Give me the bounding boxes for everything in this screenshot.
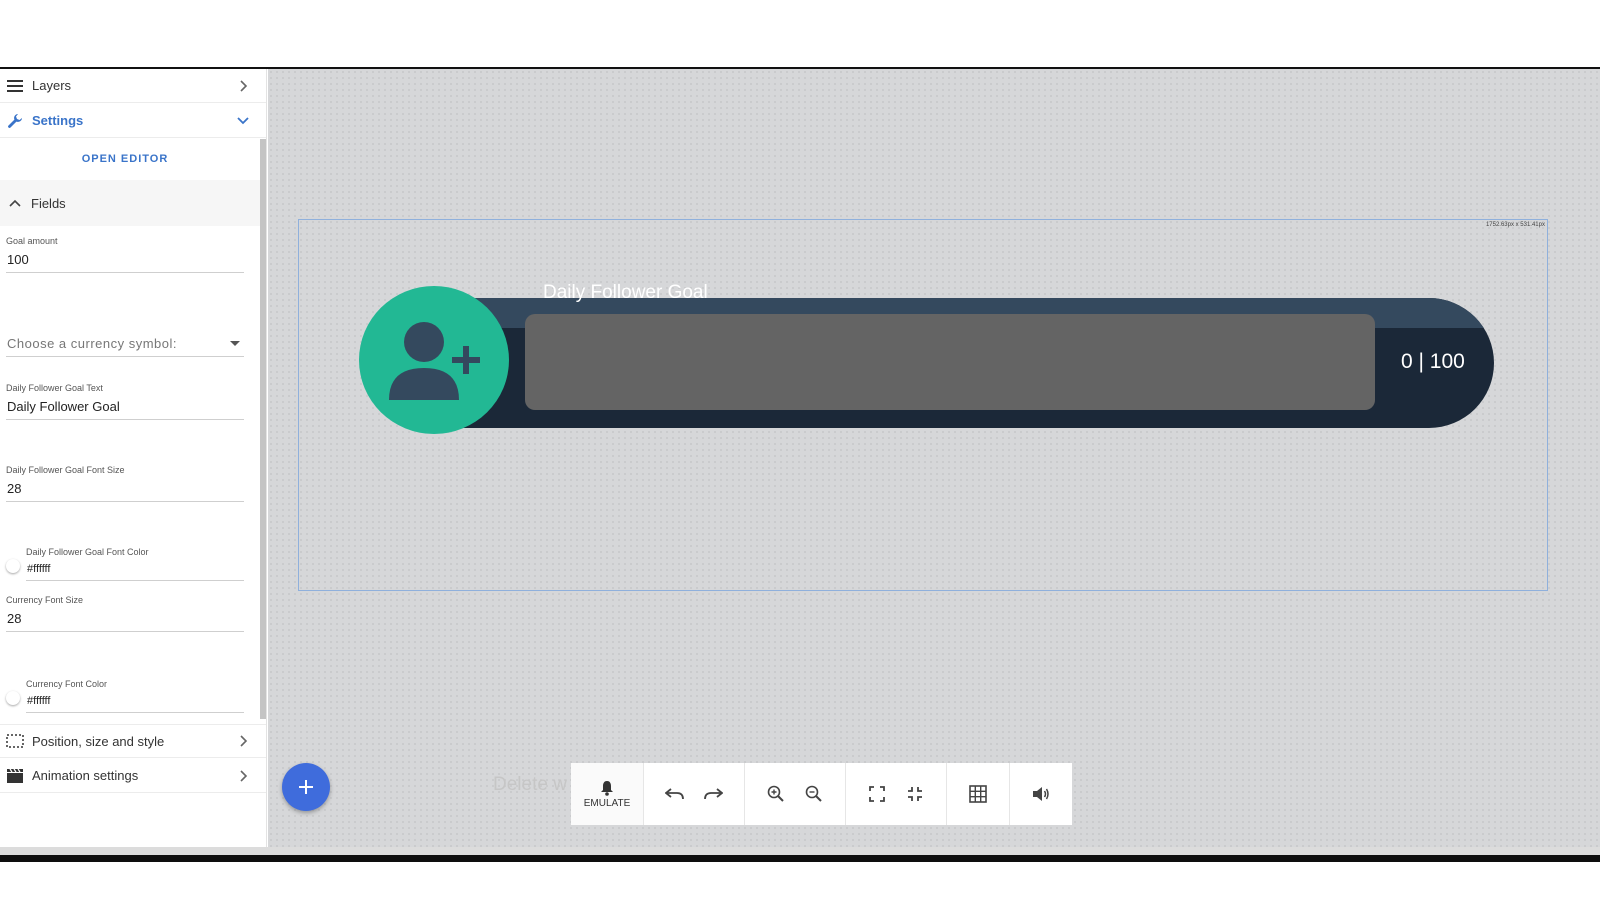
add-widget-button[interactable] — [282, 763, 330, 811]
follower-avatar — [359, 286, 509, 434]
goal-title: Daily Follower Goal — [543, 282, 708, 303]
bottom-border — [268, 855, 1600, 862]
position-size-style-label: Position, size and style — [32, 733, 165, 749]
goal-text-input[interactable]: Daily Follower Goal — [6, 393, 244, 420]
canvas-toolbar: EMULATE — [571, 763, 1072, 825]
chevron-right-icon — [234, 732, 252, 750]
animation-settings-header[interactable]: Animation settings — [0, 759, 266, 793]
redo-button[interactable] — [694, 763, 732, 825]
currency-symbol-select[interactable]: Choose a currency symbol: — [6, 330, 244, 357]
fields-section-header[interactable]: Fields — [0, 180, 262, 226]
sound-toggle-button[interactable] — [1022, 763, 1060, 825]
add-user-icon — [379, 310, 489, 410]
grid-toggle-button[interactable] — [959, 763, 997, 825]
dropdown-arrow-icon — [230, 336, 240, 351]
menu-icon — [6, 77, 24, 95]
goal-font-size-label: Daily Follower Goal Font Size — [6, 465, 125, 475]
widget-dimensions: 1752.63px x 531.41px — [1485, 222, 1545, 228]
canvas-horizontal-scrollbar[interactable] — [0, 847, 1600, 855]
goal-progress-track — [525, 314, 1375, 410]
goal-font-color-label: Daily Follower Goal Font Color — [26, 547, 149, 557]
exit-fullscreen-button[interactable] — [896, 763, 934, 825]
position-size-style-header[interactable]: Position, size and style — [0, 724, 266, 758]
plus-icon — [298, 779, 314, 795]
goal-font-color-input[interactable]: #ffffff — [26, 557, 244, 581]
goal-font-size-input[interactable]: 28 — [6, 475, 244, 502]
zoom-in-icon — [767, 785, 785, 803]
grid-group — [947, 763, 1010, 825]
wrench-icon — [6, 112, 24, 130]
goal-font-color-field[interactable]: Daily Follower Goal Font Color #ffffff — [6, 547, 244, 581]
zoom-in-button[interactable] — [757, 763, 795, 825]
color-swatch[interactable] — [6, 691, 20, 705]
currency-font-size-label: Currency Font Size — [6, 595, 84, 605]
currency-font-color-field[interactable]: Currency Font Color #ffffff — [6, 679, 244, 713]
chevron-right-icon — [234, 77, 252, 95]
zoom-out-button[interactable] — [795, 763, 833, 825]
emulate-group: EMULATE — [571, 763, 644, 825]
currency-select-value[interactable]: Choose a currency symbol: — [6, 330, 244, 357]
app-window: Layers Settings OPEN EDITOR Fields Goal … — [0, 67, 1600, 862]
goal-font-size-field[interactable]: Daily Follower Goal Font Size 28 — [6, 465, 244, 502]
open-editor-button[interactable]: OPEN EDITOR — [0, 153, 250, 165]
sound-group — [1010, 763, 1072, 825]
emulate-label: EMULATE — [583, 797, 631, 809]
fullscreen-group — [846, 763, 947, 825]
grid-icon — [969, 785, 987, 803]
layers-label: Layers — [32, 78, 72, 93]
zoom-group — [745, 763, 846, 825]
goal-text-label: Daily Follower Goal Text — [6, 383, 103, 393]
delete-widget-text: Delete w — [493, 774, 567, 795]
clapperboard-icon — [6, 767, 24, 785]
currency-font-size-input[interactable]: 28 — [6, 605, 244, 632]
bell-icon — [600, 780, 614, 796]
animation-settings-label: Animation settings — [32, 768, 139, 783]
sidebar-scrollbar-thumb[interactable] — [260, 139, 266, 719]
settings-panel-header[interactable]: Settings — [0, 104, 266, 138]
emulate-button[interactable]: EMULATE — [571, 763, 643, 825]
bottom-border — [0, 855, 268, 862]
zoom-out-icon — [805, 785, 823, 803]
settings-sidebar: Layers Settings OPEN EDITOR Fields Goal … — [0, 69, 266, 855]
selection-box-icon — [6, 732, 24, 750]
fullscreen-icon — [869, 786, 885, 802]
fullscreen-button[interactable] — [858, 763, 896, 825]
currency-font-color-input[interactable]: #ffffff — [26, 689, 244, 713]
chevron-right-icon — [234, 767, 252, 785]
volume-icon — [1032, 786, 1050, 802]
chevron-up-icon — [9, 198, 21, 208]
exit-fullscreen-icon — [907, 786, 923, 802]
currency-placeholder: Choose a currency symbol: — [7, 336, 178, 351]
layers-panel-header[interactable]: Layers — [0, 69, 266, 103]
settings-label: Settings — [32, 113, 84, 128]
fields-label: Fields — [31, 195, 66, 211]
chevron-down-icon — [234, 112, 252, 130]
goal-count: 0 | 100 — [1401, 350, 1465, 373]
currency-font-color-label: Currency Font Color — [26, 679, 108, 689]
color-swatch[interactable] — [6, 559, 20, 573]
goal-amount-input[interactable]: 100 — [6, 246, 244, 273]
editor-canvas[interactable]: 1752.63px x 531.41px Daily Follower Goal… — [268, 69, 1600, 847]
history-group — [644, 763, 745, 825]
undo-icon — [665, 787, 685, 801]
undo-button[interactable] — [656, 763, 694, 825]
redo-icon — [703, 787, 723, 801]
goal-text-field[interactable]: Daily Follower Goal Text Daily Follower … — [6, 383, 244, 420]
currency-font-size-field[interactable]: Currency Font Size 28 — [6, 595, 244, 632]
goal-amount-label: Goal amount — [6, 236, 58, 246]
goal-amount-field[interactable]: Goal amount 100 — [6, 236, 244, 273]
widget-selection-box[interactable]: 1752.63px x 531.41px Daily Follower Goal… — [298, 219, 1548, 591]
